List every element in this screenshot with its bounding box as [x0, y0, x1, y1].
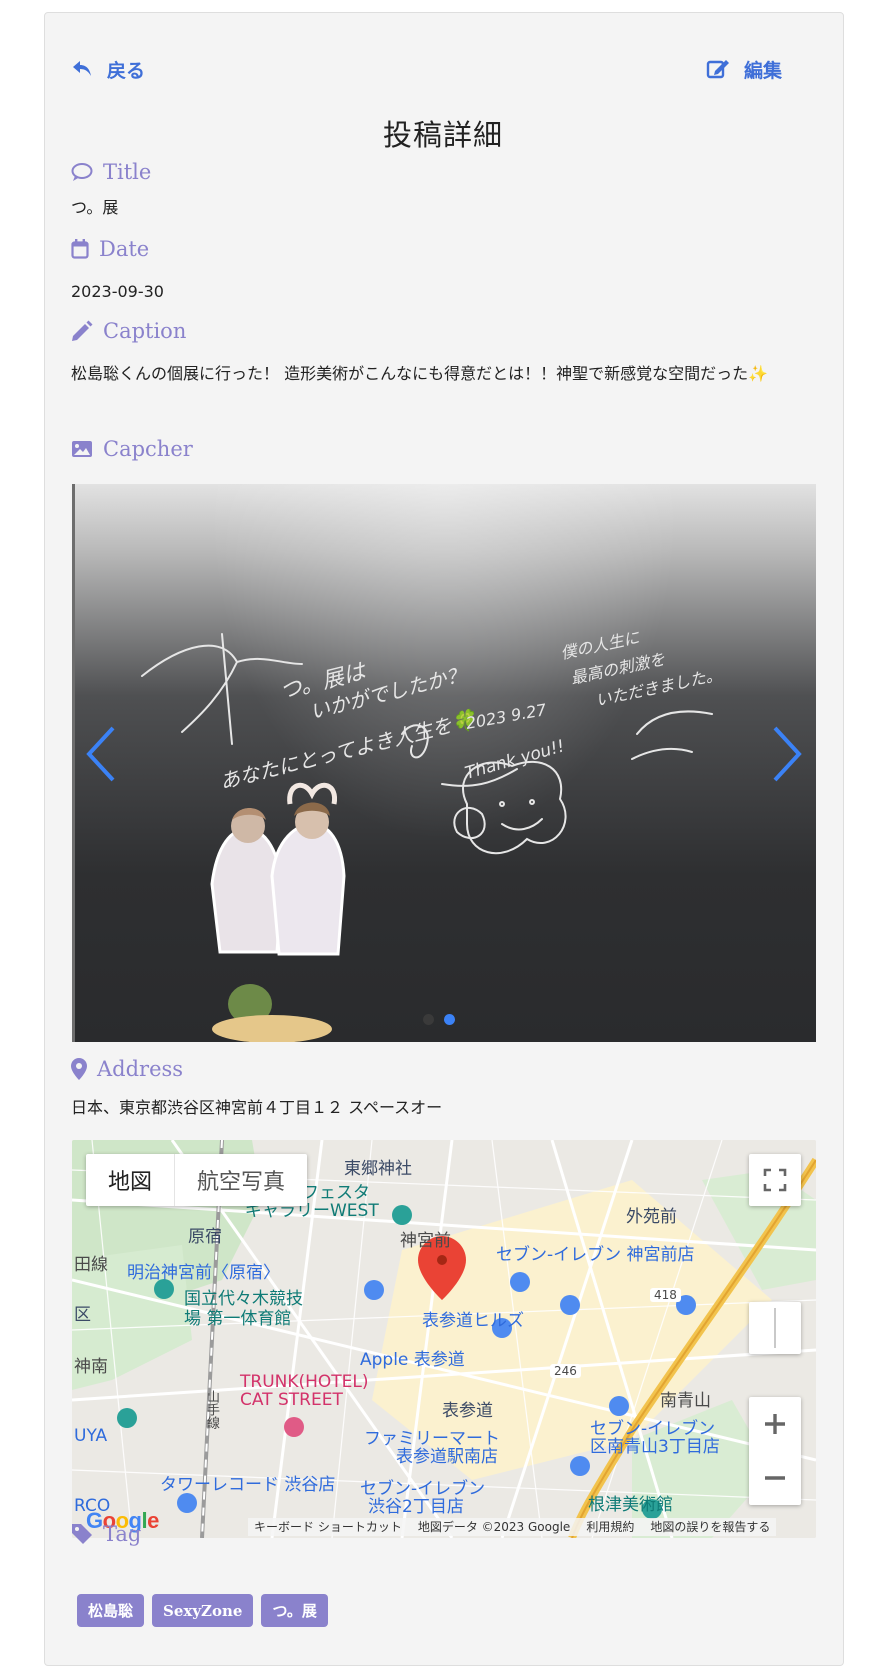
terms-link[interactable]: 利用規約 [586, 1518, 634, 1536]
handwriting-line3: あなたにとってよき人生を🍀 [217, 706, 481, 794]
title-value: つ。展 [71, 198, 119, 217]
caption-heading-label: Caption [103, 319, 187, 343]
map-label-meijijingumae: 明治神宮前〈原宿〉 [127, 1263, 280, 1283]
carousel-photo: つ。展は いかがでしたか？ あなたにとってよき人生を🍀 2023 9.27 Th… [141, 627, 723, 1042]
fullscreen-icon [763, 1168, 787, 1192]
title-heading: Title [71, 158, 151, 186]
carousel-prev-button[interactable] [83, 724, 121, 784]
map-label-cat-street: CAT STREET [240, 1390, 343, 1410]
map-label-7eleven-jingumae: セブン-イレブン 神宮前店 [496, 1245, 695, 1265]
title-heading-label: Title [103, 160, 152, 184]
tag-chip[interactable]: 松島聡 [77, 1594, 145, 1627]
carousel-indicators [423, 1014, 455, 1025]
map-label-yoyogi-2: 場 第一体育館 [184, 1309, 292, 1329]
capcher-heading-label: Capcher [103, 437, 193, 461]
page-title: 投稿詳細 [382, 118, 503, 152]
image-icon [71, 440, 93, 458]
map-type-control: 地図 航空写真 [86, 1154, 308, 1206]
map-label-ku: 区 [74, 1305, 91, 1325]
map-attribution: キーボード ショートカット 地図データ ©2023 Google 利用規約 地図… [248, 1518, 777, 1536]
capcher-heading: Capcher [71, 435, 193, 463]
map-label-tower-records: タワーレコード 渋谷店 [160, 1475, 336, 1495]
tag-chip[interactable]: つ。展 [261, 1594, 328, 1627]
map-label-jinnan: 神南 [74, 1357, 108, 1377]
map-label-nezu: 根津美術館 [588, 1495, 673, 1515]
report-error-link[interactable]: 地図の誤りを報告する [650, 1518, 770, 1536]
calendar-icon [71, 239, 89, 259]
minus-icon [765, 1476, 785, 1480]
map-zoom-control [749, 1397, 801, 1505]
address-heading-label: Address [97, 1057, 184, 1081]
date-value: 2023-09-30 [71, 282, 164, 301]
map-label-trunk-hotel: TRUNK(HOTEL) [240, 1372, 369, 1392]
address-value: 日本、東京都渋谷区神宮前４丁目１２ スペースオー [71, 1098, 443, 1117]
carousel-dot-2[interactable] [444, 1014, 455, 1025]
plus-icon [765, 1414, 785, 1434]
edit-label: 編集 [744, 59, 783, 82]
tag-chip[interactable]: SexyZone [152, 1594, 254, 1627]
map-label-harajuku: 原宿 [188, 1227, 222, 1247]
map-label-yamanote: 山手線 [204, 1390, 219, 1429]
map-label-omotesando: 表参道 [442, 1401, 493, 1421]
image-carousel[interactable]: つ。展は いかがでしたか？ あなたにとってよき人生を🍀 2023 9.27 Th… [72, 484, 816, 1042]
handwriting-thanks: Thank you!! [463, 736, 567, 783]
map-label-7eleven-aoyama-2: 区南青山3丁目店 [590, 1437, 720, 1457]
tag-heading: Tag [71, 1520, 141, 1548]
comment-icon [71, 162, 93, 182]
map-label-gaienmae: 外苑前 [626, 1207, 677, 1227]
map-label-togo: 東郷神社 [344, 1159, 412, 1179]
map-label-apple: Apple 表参道 [360, 1350, 465, 1370]
caption-value: 松島聡くんの個展に行った！ 造形美術がこんなにも得意だとは！！神聖で新感覚な空間… [71, 364, 769, 383]
map-marker-icon [71, 1058, 87, 1080]
street-view-pegman[interactable] [749, 1302, 801, 1354]
handwriting-date: 2023 9.27 [464, 700, 548, 733]
date-heading-label: Date [99, 237, 150, 261]
caption-heading: Caption [71, 317, 186, 345]
carousel-next-button[interactable] [767, 724, 805, 784]
map-label-minamiaoyama: 南青山 [660, 1391, 711, 1411]
chevron-right-icon [773, 726, 802, 782]
map-label-7eleven-shibuya-2: 渋谷2丁目店 [368, 1497, 464, 1517]
edit-icon [706, 58, 730, 80]
map-type-map-button[interactable]: 地図 [86, 1154, 176, 1206]
reply-arrow-icon [71, 59, 93, 79]
map-label-uya: UYA [74, 1426, 108, 1446]
back-link[interactable]: 戻る [71, 56, 145, 82]
keyboard-shortcuts-link[interactable]: キーボード ショートカット [254, 1518, 402, 1536]
map-label-densen: 田線 [74, 1255, 108, 1275]
map-data-credit: 地図データ ©2023 Google [417, 1520, 571, 1534]
chevron-left-icon [86, 726, 115, 782]
tag-icon [71, 1523, 93, 1545]
map-type-satellite-button[interactable]: 航空写真 [175, 1154, 307, 1206]
tag-list: 松島聡 SexyZone つ。展 [77, 1594, 328, 1627]
address-heading: Address [71, 1055, 183, 1083]
tag-heading-label: Tag [103, 1522, 142, 1546]
map-label-jingumae: 神宮前 [400, 1231, 451, 1251]
zoom-out-button[interactable] [749, 1451, 801, 1505]
map-label-familymart-2: 表参道駅南店 [396, 1447, 498, 1467]
date-heading: Date [71, 235, 149, 263]
back-label: 戻る [107, 59, 146, 82]
map-label-route-246: 246 [550, 1364, 581, 1378]
pegman-icon [774, 1308, 776, 1348]
map-label-route-418: 418 [650, 1288, 681, 1302]
pencil-icon [71, 320, 93, 342]
zoom-in-button[interactable] [749, 1397, 801, 1451]
carousel-dot-1[interactable] [423, 1014, 434, 1025]
map-label-omotesando-hills: 表参道ヒルズ [422, 1311, 524, 1331]
map-fullscreen-button[interactable] [749, 1154, 801, 1206]
edit-link[interactable]: 編集 [706, 56, 782, 82]
